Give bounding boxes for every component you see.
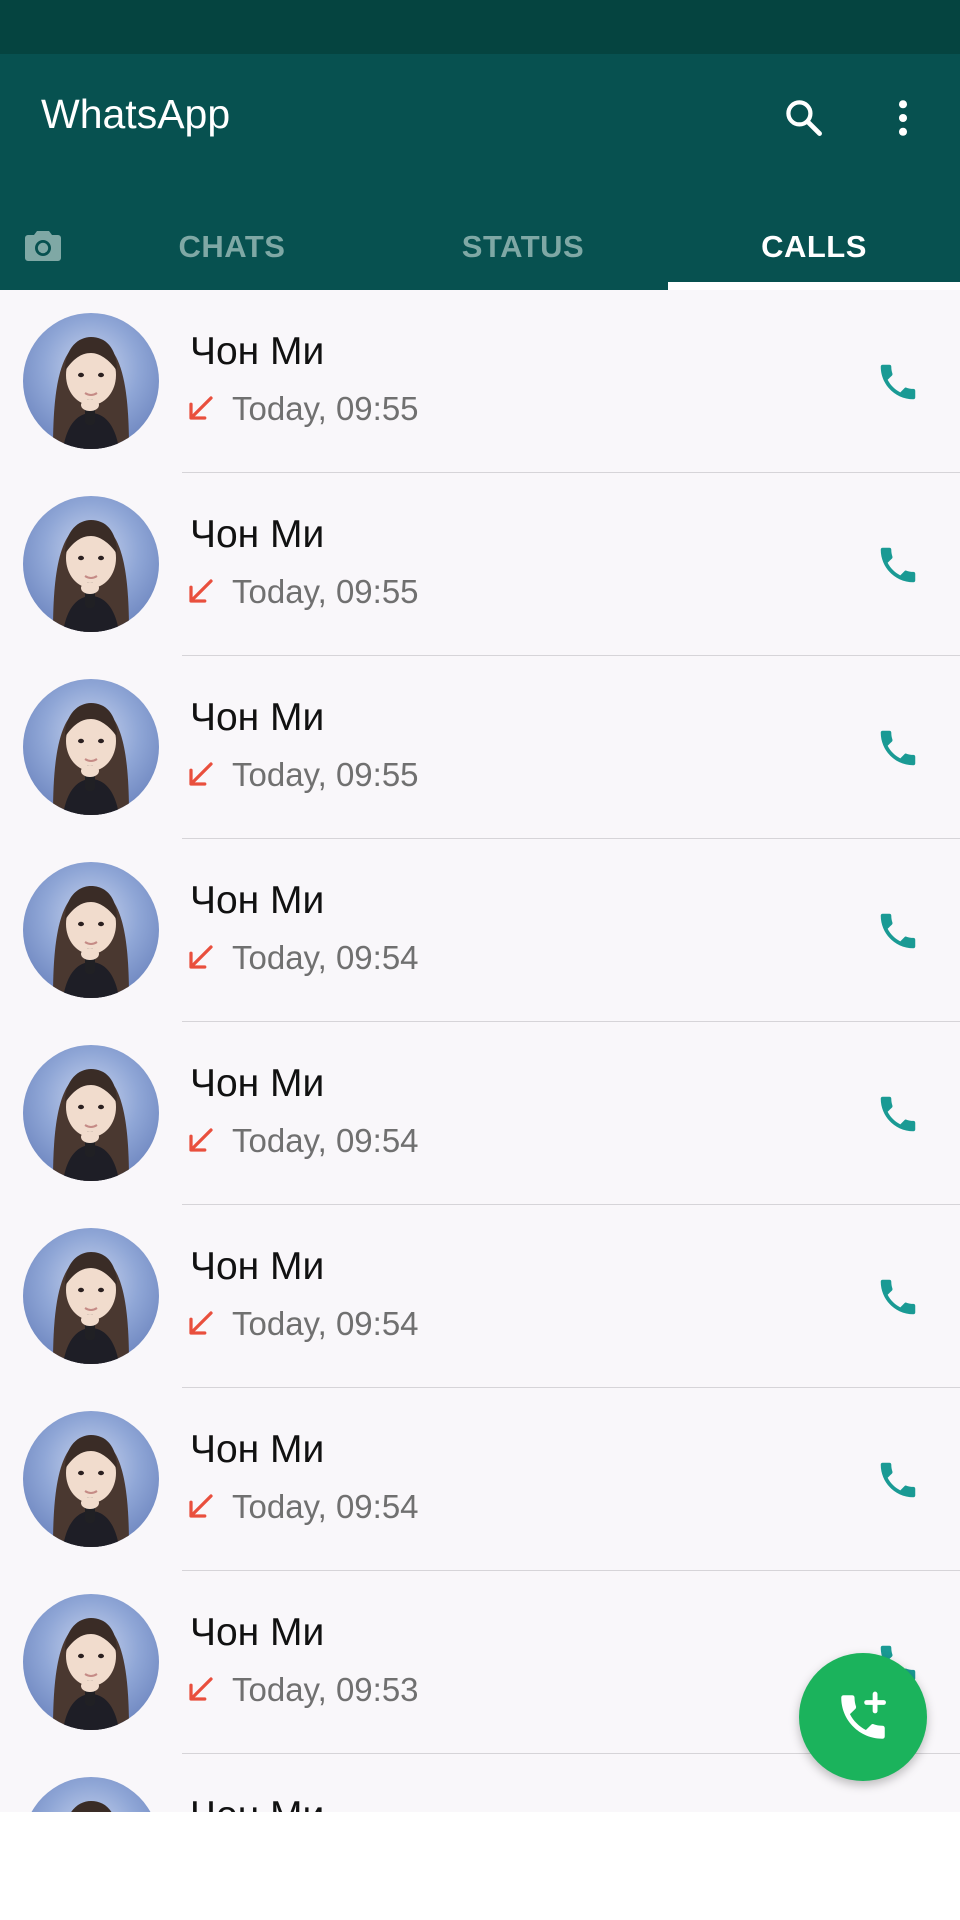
call-log-row[interactable]: Чон Ми Today, 09:55 (0, 290, 960, 473)
contact-avatar[interactable] (23, 1777, 159, 1812)
tab-chats[interactable]: CHATS (86, 204, 378, 290)
new-call-fab[interactable] (799, 1653, 927, 1781)
call-log-row[interactable]: Чон Ми Today, 09:54 (0, 1388, 960, 1571)
call-time: Today, 09:54 (232, 1304, 419, 1342)
contact-avatar[interactable] (23, 313, 159, 449)
contact-name: Чон Ми (190, 1796, 324, 1812)
call-log-row[interactable]: Чон Ми Today, 09:54 (0, 1022, 960, 1205)
tab-camera[interactable] (0, 204, 86, 290)
call-meta: Today, 09:55 (186, 571, 419, 611)
call-time: Today, 09:55 (232, 389, 419, 427)
phone-icon (880, 913, 916, 949)
missed-call-arrow-icon (189, 579, 213, 603)
contact-name: Чон Ми (190, 513, 325, 556)
call-meta: Today, 09:54 (186, 1120, 419, 1160)
phone-icon (880, 1462, 916, 1498)
call-time: Today, 09:54 (232, 1121, 419, 1159)
phone-icon (880, 547, 916, 583)
voice-call-button[interactable] (866, 716, 930, 780)
call-list[interactable]: Чон Ми Today, 09:55 Чон Ми Today, 09:55 … (0, 290, 960, 1812)
call-time: Today, 09:55 (232, 572, 419, 610)
avatar-photo-icon (53, 886, 129, 998)
missed-call-arrow-icon (189, 762, 213, 786)
missed-call-arrow-icon (189, 1677, 213, 1701)
contact-name: Чон Ми (190, 330, 325, 373)
contact-avatar[interactable] (23, 1594, 159, 1730)
call-meta: Today, 09:53 (186, 1669, 419, 1709)
more-options-button[interactable] (871, 86, 935, 150)
tab-status[interactable]: STATUS (378, 204, 668, 290)
app-title: WhatsApp (41, 91, 231, 137)
call-time: Today, 09:55 (232, 755, 419, 793)
call-log-row[interactable]: Чон Ми (0, 1754, 960, 1812)
avatar-photo-icon (53, 703, 129, 815)
call-time: Today, 09:53 (232, 1670, 419, 1708)
voice-call-button[interactable] (866, 899, 930, 963)
contact-name: Чон Ми (190, 879, 325, 922)
contact-avatar[interactable] (23, 1228, 159, 1364)
contact-name: Чон Ми (190, 1428, 325, 1471)
missed-call-arrow-icon (189, 1311, 213, 1335)
call-meta: Today, 09:55 (186, 388, 419, 428)
call-meta: Today, 09:54 (186, 1486, 419, 1526)
tab-calls[interactable]: CALLS (668, 204, 960, 290)
avatar-photo-icon (53, 1435, 129, 1547)
phone-icon (880, 1279, 916, 1315)
call-meta: Today, 09:54 (186, 1303, 419, 1343)
whatsapp-calls-screen: WhatsApp CHATS STATUS CALLS Чон Ми Today… (0, 0, 960, 1920)
voice-call-button[interactable] (866, 1082, 930, 1146)
phone-icon (880, 1096, 916, 1132)
app-bar: WhatsApp CHATS STATUS CALLS (0, 54, 960, 290)
missed-call-arrow-icon (189, 945, 213, 969)
contact-name: Чон Ми (190, 1062, 325, 1105)
call-meta: Today, 09:55 (186, 754, 419, 794)
contact-avatar[interactable] (23, 496, 159, 632)
call-log-row[interactable]: Чон Ми Today, 09:54 (0, 1205, 960, 1388)
missed-call-arrow-icon (189, 1494, 213, 1518)
tab-bar: CHATS STATUS CALLS (0, 204, 960, 290)
call-meta: Today, 09:54 (186, 937, 419, 977)
voice-call-button[interactable] (866, 1448, 930, 1512)
avatar-photo-icon (71, 1801, 112, 1812)
avatar-photo-icon (53, 1618, 129, 1730)
call-time: Today, 09:54 (232, 1487, 419, 1525)
contact-avatar[interactable] (23, 679, 159, 815)
contact-avatar[interactable] (23, 862, 159, 998)
voice-call-button[interactable] (866, 533, 930, 597)
call-log-row[interactable]: Чон Ми Today, 09:54 (0, 839, 960, 1022)
missed-call-arrow-icon (189, 1128, 213, 1152)
call-time: Today, 09:54 (232, 938, 419, 976)
avatar-photo-icon (53, 1069, 129, 1181)
more-vert-icon (898, 100, 908, 136)
voice-call-button[interactable] (866, 350, 930, 414)
status-bar (0, 0, 960, 54)
search-icon (786, 100, 822, 136)
avatar-photo-icon (53, 1252, 129, 1364)
contact-name: Чон Ми (190, 696, 325, 739)
voice-call-button[interactable] (866, 1265, 930, 1329)
search-button[interactable] (772, 86, 836, 150)
active-tab-indicator (668, 282, 960, 290)
contact-avatar[interactable] (23, 1045, 159, 1181)
phone-icon (880, 730, 916, 766)
add-call-icon (841, 1691, 886, 1739)
camera-icon (25, 231, 61, 261)
missed-call-arrow-icon (189, 396, 213, 420)
contact-name: Чон Ми (190, 1245, 325, 1288)
avatar-photo-icon (53, 520, 129, 632)
call-log-row[interactable]: Чон Ми Today, 09:55 (0, 473, 960, 656)
contact-name: Чон Ми (190, 1611, 325, 1654)
contact-avatar[interactable] (23, 1411, 159, 1547)
call-log-row[interactable]: Чон Ми Today, 09:55 (0, 656, 960, 839)
phone-icon (880, 364, 916, 400)
avatar-photo-icon (53, 337, 129, 449)
